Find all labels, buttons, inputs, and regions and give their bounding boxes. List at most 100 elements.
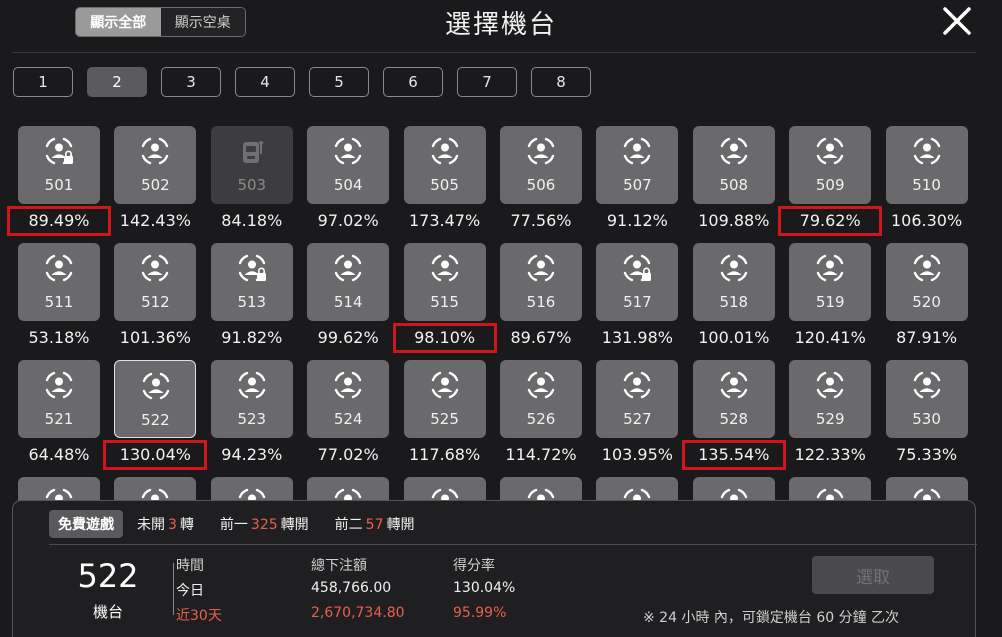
free-game-stats: 免費遊戲 未開 3 轉 前一 325 轉開 前二 57 轉開 <box>49 509 440 539</box>
machine-number: 522 <box>141 411 170 429</box>
user-scan-icon <box>431 254 458 282</box>
machine-card-527[interactable]: 527 <box>596 360 679 438</box>
machine-number: 517 <box>623 293 652 311</box>
machine-card-518[interactable]: 518 <box>692 243 775 321</box>
locked-user-icon <box>45 137 73 165</box>
machine-card-520[interactable]: 520 <box>885 243 968 321</box>
machine-number: 520 <box>912 293 941 311</box>
user-scan-icon <box>720 371 747 399</box>
selected-machine-label: 機台 <box>92 603 123 621</box>
machine-card-522[interactable]: 522 <box>114 360 197 438</box>
machine-card-502[interactable]: 502 <box>114 126 197 204</box>
select-button[interactable]: 選取 <box>812 556 934 594</box>
machine-card-510[interactable]: 510 <box>885 126 968 204</box>
machine-card-530[interactable]: 530 <box>885 360 968 438</box>
machine-number: 514 <box>333 293 363 311</box>
user-scan-icon <box>527 371 555 399</box>
machine-number: 513 <box>237 293 267 311</box>
unopened-suffix: 轉 <box>179 517 194 533</box>
user-scan-icon <box>913 137 940 165</box>
machine-number: 524 <box>333 410 363 428</box>
user-scan-icon <box>816 137 844 165</box>
machine-rate-502: 142.43% <box>119 211 191 230</box>
machine-rate-524: 77.02% <box>317 445 379 464</box>
machine-card-507[interactable]: 507 <box>596 126 679 204</box>
user-scan-icon <box>143 372 170 400</box>
machine-number: 526 <box>526 410 556 428</box>
machine-number: 523 <box>237 410 267 428</box>
col-time-header: 時間 <box>176 558 204 574</box>
machine-rate-527: 103.95% <box>601 445 673 464</box>
machine-number: 515 <box>430 293 459 311</box>
machine-number: 527 <box>623 410 652 428</box>
machine-card-525[interactable]: 525 <box>403 360 486 438</box>
machine-rate-521: 64.48% <box>28 445 90 464</box>
machine-card-513[interactable]: 513 <box>210 243 293 321</box>
machine-rate-504: 97.02% <box>317 211 379 230</box>
machine-card-528[interactable]: 528 <box>692 360 775 438</box>
prev2-stat: 前二 57 轉開 <box>335 514 415 534</box>
machine-rate-503: 84.18% <box>221 211 283 230</box>
machine-card-524[interactable]: 524 <box>307 360 390 438</box>
machine-card-506[interactable]: 506 <box>500 126 582 204</box>
slot-machine-icon <box>242 141 263 163</box>
machine-card-512[interactable]: 512 <box>114 243 197 321</box>
machine-card-511[interactable]: 511 <box>18 243 100 321</box>
machine-rate-518: 100.01% <box>698 328 770 347</box>
machine-rate-507: 91.12% <box>606 211 668 230</box>
machine-card-505[interactable]: 505 <box>403 126 486 204</box>
machine-card-529[interactable]: 529 <box>789 360 872 438</box>
machine-card-526[interactable]: 526 <box>500 360 582 438</box>
locked-user-icon <box>238 254 266 282</box>
machine-grid: 501 89.49% 502 142.43% 503 84.18% 504 97.02% 505… <box>0 0 1002 555</box>
machine-rate-520: 87.91% <box>896 328 958 347</box>
lock-note: ※ 24 小時 內，可鎖定機台 60 分鐘 乙次 <box>643 610 900 626</box>
free-game-tab[interactable]: 免費遊戲 <box>49 510 123 538</box>
machine-card-504[interactable]: 504 <box>307 126 390 204</box>
today-rate: 130.04% <box>453 580 516 596</box>
machine-card-516[interactable]: 516 <box>500 243 582 321</box>
machine-rate-509: 79.62% <box>778 206 883 236</box>
machine-rate-512: 101.36% <box>119 328 191 347</box>
machine-card-515[interactable]: 515 <box>403 243 486 321</box>
machine-card-509[interactable]: 509 <box>789 126 872 204</box>
month-rate: 95.99% <box>453 605 507 621</box>
user-scan-icon <box>913 254 940 282</box>
info-divider <box>49 544 977 545</box>
machine-card-517[interactable]: 517 <box>596 243 679 321</box>
machine-card-523[interactable]: 523 <box>210 360 293 438</box>
user-scan-icon <box>720 137 747 165</box>
machine-rate-525: 117.68% <box>409 445 481 464</box>
machine-rate-530: 75.33% <box>896 445 958 464</box>
unopened-prefix: 未開 <box>137 517 165 533</box>
machine-card-519[interactable]: 519 <box>789 243 872 321</box>
machine-rate-528: 135.54% <box>681 440 786 470</box>
machine-rate-519: 120.41% <box>794 328 866 347</box>
prev1-suffix: 轉開 <box>280 517 309 533</box>
user-scan-icon <box>334 137 362 165</box>
machine-number: 521 <box>44 410 74 428</box>
user-scan-icon <box>816 254 844 282</box>
machine-number: 529 <box>815 410 845 428</box>
user-scan-icon <box>624 137 651 165</box>
machine-number: 512 <box>141 293 170 311</box>
machine-card-501[interactable]: 501 <box>18 126 100 204</box>
machine-card-514[interactable]: 514 <box>307 243 390 321</box>
user-scan-icon <box>334 371 362 399</box>
machine-number: 528 <box>719 410 749 428</box>
machine-number: 530 <box>912 410 941 428</box>
user-scan-icon <box>431 137 458 165</box>
machine-rate-508: 109.88% <box>698 211 770 230</box>
unopened-stat: 未開 3 轉 <box>137 514 194 534</box>
user-scan-icon <box>238 371 265 399</box>
prev2-prefix: 前二 <box>334 517 363 533</box>
machine-number: 506 <box>526 176 556 194</box>
machine-card-521[interactable]: 521 <box>18 360 100 438</box>
month-label: 近30天 <box>176 608 222 624</box>
machine-card-508[interactable]: 508 <box>692 126 775 204</box>
today-bet: 458,766.00 <box>311 580 392 596</box>
machine-number: 511 <box>44 293 74 311</box>
machine-card-503: 503 <box>210 126 293 204</box>
machine-rate-511: 53.18% <box>28 328 90 347</box>
prev2-suffix: 轉開 <box>386 517 415 533</box>
